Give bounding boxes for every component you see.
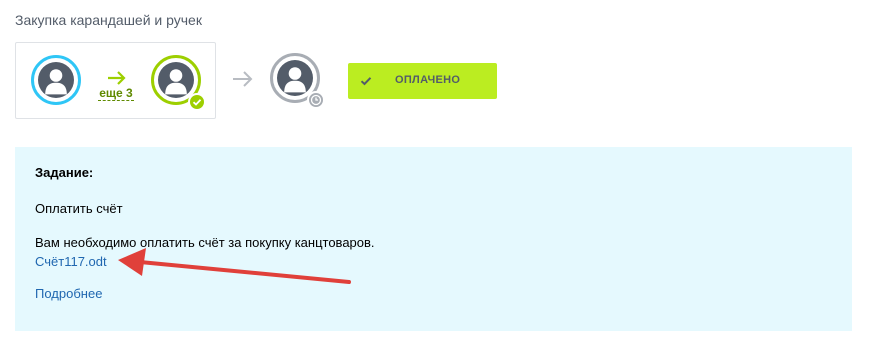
clock-badge-icon xyxy=(307,91,325,109)
task-description: Вам необходимо оплатить счёт за покупку … xyxy=(35,235,375,250)
status-label: ОПЛАЧЕНО xyxy=(395,74,461,86)
user-silhouette-icon xyxy=(45,69,67,95)
check-badge-icon xyxy=(188,93,206,111)
current-user-avatar[interactable] xyxy=(270,53,325,109)
approver-avatar[interactable] xyxy=(151,55,206,111)
invoice-file-link[interactable]: Счёт117.odt xyxy=(35,254,107,269)
task-heading: Задание: xyxy=(35,165,94,180)
task-name: Оплатить счёт xyxy=(35,201,123,216)
arrow-right-icon xyxy=(233,71,253,87)
workflow-card: еще 3 xyxy=(15,42,216,119)
more-participants-link[interactable]: еще 3 xyxy=(98,86,134,101)
author-avatar[interactable] xyxy=(31,55,81,105)
process-title: Закупка карандашей и ручек xyxy=(15,12,202,28)
user-silhouette-icon xyxy=(284,67,306,93)
details-link[interactable]: Подробнее xyxy=(35,286,102,301)
paid-status-button[interactable]: ОПЛАЧЕНО xyxy=(348,63,497,99)
task-panel: Задание: Оплатить счёт Вам необходимо оп… xyxy=(15,147,852,331)
user-silhouette-icon xyxy=(165,69,187,95)
check-icon xyxy=(360,77,372,86)
arrow-right-icon xyxy=(108,71,126,85)
